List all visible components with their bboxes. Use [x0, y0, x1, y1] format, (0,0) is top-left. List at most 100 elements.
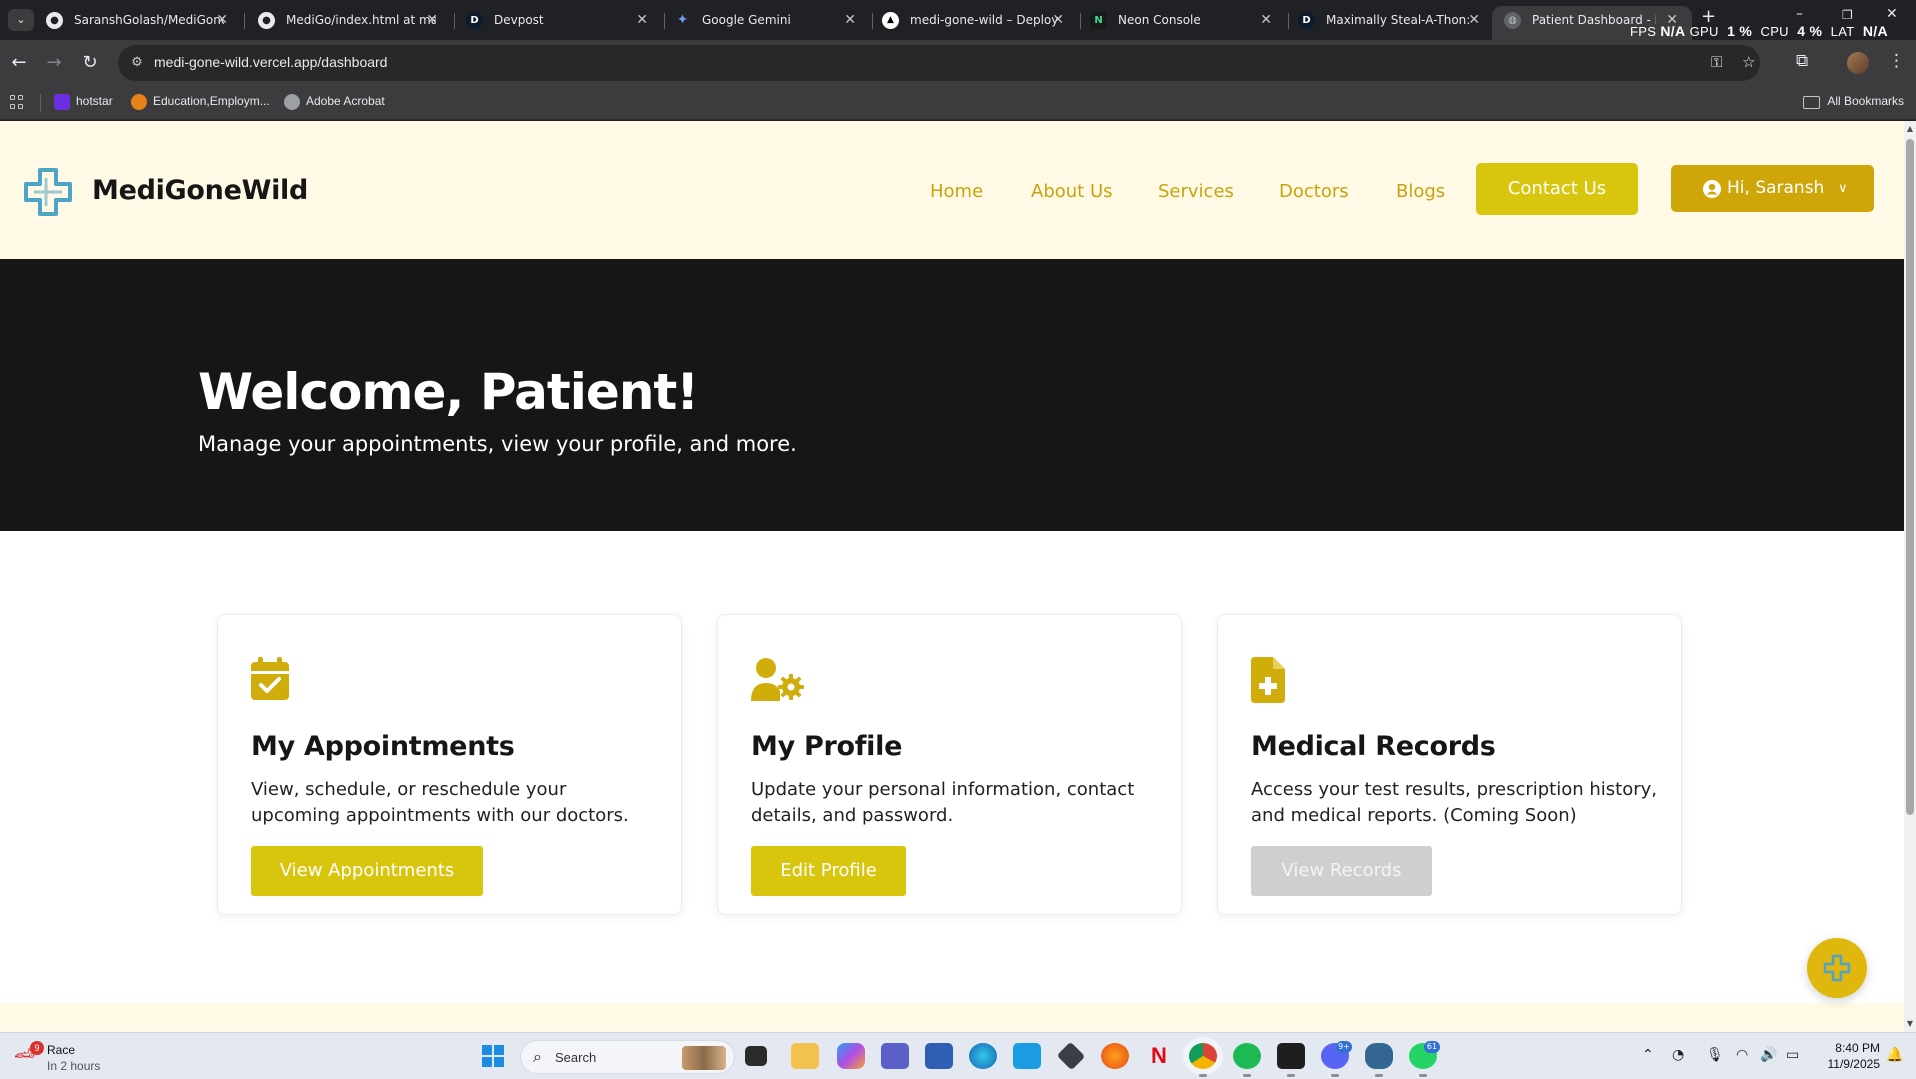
devpost-icon: D: [466, 12, 483, 29]
all-bookmarks-folder[interactable]: All Bookmarks: [1803, 94, 1904, 109]
copilot-icon[interactable]: [837, 1043, 865, 1069]
tab-6[interactable]: N Neon Console ✕: [1078, 6, 1286, 40]
browser-toolbar: ← → ↻ ⚙ medi-gone-wild.vercel.app/dashbo…: [0, 40, 1916, 86]
scroll-down-arrow-icon[interactable]: ▼: [1906, 1019, 1914, 1028]
close-tab-icon[interactable]: ✕: [216, 6, 228, 34]
bookmark-adobe-acrobat[interactable]: Adobe Acrobat: [284, 94, 385, 110]
system-clock[interactable]: 8:40 PM 11/9/2025: [1812, 1040, 1881, 1072]
nav-blogs[interactable]: Blogs: [1396, 181, 1445, 202]
back-arrow-icon[interactable]: ←: [5, 49, 33, 77]
close-tab-icon[interactable]: ✕: [1468, 6, 1480, 34]
microphone-icon[interactable]: 🎙: [1706, 1047, 1724, 1063]
user-menu-button[interactable]: Hi, Saransh ∨: [1671, 165, 1874, 212]
neon-icon: N: [1090, 12, 1107, 29]
clock-date: 11/9/2025: [1827, 1057, 1881, 1071]
appointments-card: My Appointments View, schedule, or resch…: [217, 614, 682, 915]
postgres-icon[interactable]: [1365, 1043, 1393, 1077]
sync-icon[interactable]: ◔: [1672, 1047, 1684, 1063]
tab-2[interactable]: ● MediGo/index.html at ma ✕: [246, 6, 452, 40]
globe-icon: ◍: [1504, 12, 1521, 29]
teams-icon[interactable]: [881, 1043, 909, 1069]
store-icon[interactable]: [925, 1043, 953, 1069]
edge-icon[interactable]: [969, 1043, 997, 1069]
apps-grid-icon[interactable]: [10, 95, 24, 109]
restore-button[interactable]: ❐: [1842, 8, 1853, 22]
discord-badge: 9+: [1336, 1041, 1352, 1053]
bookmark-hotstar[interactable]: hotstar: [54, 94, 113, 110]
weather-widget[interactable]: 🏎 9 Race In 2 hours: [14, 1041, 124, 1073]
card-description: Update your personal information, contac…: [751, 779, 1135, 826]
tab-search-button[interactable]: ⌄: [8, 9, 34, 31]
user-gear-icon: [751, 658, 804, 701]
bookmark-education[interactable]: Education,Employm...: [131, 94, 270, 110]
chevron-up-icon[interactable]: ⌃: [1642, 1047, 1654, 1063]
close-window-button[interactable]: ✕: [1886, 6, 1898, 22]
battery-icon[interactable]: ▭: [1786, 1047, 1799, 1063]
more-menu-icon[interactable]: ⋮: [1888, 51, 1905, 71]
unity-icon[interactable]: [1056, 1041, 1086, 1071]
scrollbar-thumb[interactable]: [1906, 139, 1914, 815]
bookmark-star-icon[interactable]: ☆: [1742, 53, 1755, 71]
nav-services[interactable]: Services: [1158, 181, 1234, 202]
edit-profile-button[interactable]: Edit Profile: [751, 846, 906, 896]
user-circle-icon: [1703, 180, 1721, 198]
medical-cross-logo-icon[interactable]: [22, 166, 74, 218]
volume-icon[interactable]: 🔊: [1760, 1047, 1777, 1063]
hero-subtitle: Manage your appointments, view your prof…: [198, 432, 797, 456]
taskbar-search[interactable]: ⌕ Search: [520, 1040, 735, 1074]
bookmark-label: hotstar: [76, 94, 113, 108]
nav-about-us[interactable]: About Us: [1031, 181, 1113, 202]
tab-5[interactable]: ▲ medi-gone-wild – Deploy ✕: [870, 6, 1078, 40]
forward-arrow-icon[interactable]: →: [40, 49, 68, 77]
chrome-icon[interactable]: [1189, 1043, 1217, 1077]
windows-start-icon[interactable]: [482, 1045, 504, 1067]
site-info-icon[interactable]: ⚙: [128, 54, 146, 72]
card-description: View, schedule, or reschedule your upcom…: [251, 779, 629, 826]
spotify-icon[interactable]: [1233, 1043, 1261, 1077]
profile-avatar[interactable]: [1847, 52, 1869, 74]
netflix-icon[interactable]: N: [1145, 1043, 1173, 1069]
chevron-down-icon: ∨: [1838, 181, 1848, 196]
tab-title: medi-gone-wild – Deploy: [910, 13, 1059, 27]
hero-title: Welcome, Patient!: [198, 363, 699, 421]
tab-3[interactable]: D Devpost ✕: [454, 6, 662, 40]
nav-home[interactable]: Home: [930, 181, 983, 202]
tab-7[interactable]: D Maximally Steal-A-Thon: ✕: [1286, 6, 1494, 40]
globe-icon: [284, 94, 300, 110]
address-bar[interactable]: ⚙ medi-gone-wild.vercel.app/dashboard ⚿ …: [118, 45, 1760, 81]
minimize-button[interactable]: –: [1796, 6, 1803, 22]
close-tab-icon[interactable]: ✕: [844, 6, 856, 34]
firefox-icon[interactable]: [1101, 1043, 1129, 1069]
education-icon: [131, 94, 147, 110]
close-tab-icon[interactable]: ✕: [636, 6, 648, 34]
tab-4[interactable]: ✦ Google Gemini ✕: [662, 6, 870, 40]
calendar-check-icon: [251, 657, 289, 700]
task-view-icon[interactable]: [745, 1046, 767, 1066]
page-scrollbar[interactable]: ▲ ▼: [1904, 121, 1916, 1032]
close-tab-icon[interactable]: ✕: [1260, 6, 1272, 34]
tab-1[interactable]: ● SaranshGolash/MediGone ✕: [34, 6, 242, 40]
contact-us-button[interactable]: Contact Us: [1476, 163, 1638, 215]
hotstar-icon: [54, 94, 70, 110]
bookmark-label: Education,Employm...: [153, 94, 270, 108]
url-text[interactable]: medi-gone-wild.vercel.app/dashboard: [154, 54, 387, 70]
chat-assistant-button[interactable]: [1807, 938, 1867, 998]
file-explorer-icon[interactable]: [791, 1043, 819, 1069]
reload-icon[interactable]: ↻: [76, 49, 104, 77]
extensions-icon[interactable]: ⧉: [1796, 51, 1808, 71]
photos-icon[interactable]: [1013, 1043, 1041, 1069]
cursor-icon[interactable]: [1277, 1043, 1305, 1077]
password-key-icon[interactable]: ⚿: [1711, 53, 1722, 71]
brand-name[interactable]: MediGoneWild: [92, 175, 308, 206]
close-tab-icon[interactable]: ✕: [1052, 6, 1064, 34]
bookmarks-bar: hotstar Education,Employm... Adobe Acrob…: [0, 86, 1916, 120]
close-tab-icon[interactable]: ✕: [426, 6, 438, 34]
view-appointments-button[interactable]: View Appointments: [251, 846, 483, 896]
nav-doctors[interactable]: Doctors: [1279, 181, 1349, 202]
notifications-icon[interactable]: 🔔: [1886, 1047, 1903, 1063]
user-greeting: Hi, Saransh: [1727, 178, 1825, 198]
scroll-up-arrow-icon[interactable]: ▲: [1906, 124, 1914, 133]
view-records-button[interactable]: View Records: [1251, 846, 1432, 896]
wifi-icon[interactable]: ◠: [1736, 1047, 1748, 1063]
github-icon: ●: [46, 12, 63, 29]
